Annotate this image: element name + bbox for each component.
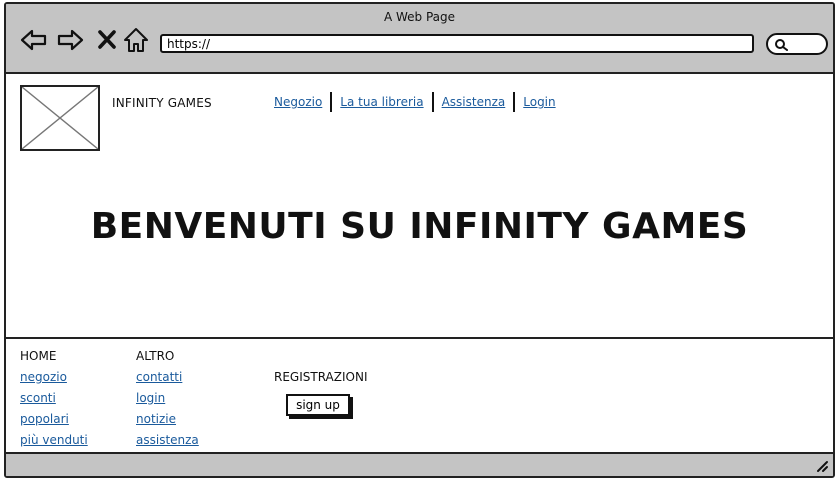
footer-link-notizie[interactable]: notizie [136,412,199,426]
footer-heading-registrazioni: REGISTRAZIONI [274,370,368,384]
back-arrow-icon[interactable] [20,26,48,54]
footer-link-piu-venduti[interactable]: più venduti [20,433,88,447]
footer: HOME negozio sconti popolari più venduti… [6,337,833,455]
footer-column-home: HOME negozio sconti popolari più venduti [20,349,88,454]
footer-link-popolari[interactable]: popolari [20,412,88,426]
logo-image-placeholder [20,85,100,151]
resize-grip-icon[interactable] [813,457,829,473]
browser-window: A Web Page INFINITY GAMES Negozio La tua… [4,2,835,478]
top-navigation: Negozio La tua libreria Assistenza Login [266,92,564,112]
nav-link-negozio[interactable]: Negozio [266,92,330,112]
footer-link-assistenza[interactable]: assistenza [136,433,199,447]
sign-up-button[interactable]: sign up [286,394,350,416]
nav-link-login[interactable]: Login [515,92,563,112]
footer-link-sconti[interactable]: sconti [20,391,88,405]
window-title: A Web Page [383,10,456,24]
forward-arrow-icon[interactable] [56,26,84,54]
browser-status-bar [6,452,833,476]
browser-toolbar: A Web Page [6,4,833,74]
footer-heading-altro: ALTRO [136,349,175,363]
footer-heading-home: HOME [20,349,57,363]
footer-link-login[interactable]: login [136,391,199,405]
browser-search-box[interactable] [766,33,828,55]
footer-link-contatti[interactable]: contatti [136,370,199,384]
home-icon[interactable] [122,26,150,54]
hero-title: BENVENUTI SU INFINITY GAMES [90,206,749,247]
address-bar-input[interactable] [160,34,754,53]
footer-link-negozio[interactable]: negozio [20,370,88,384]
nav-link-assistenza[interactable]: Assistenza [434,92,514,112]
nav-link-libreria[interactable]: La tua libreria [332,92,431,112]
search-icon [775,39,788,51]
stop-x-icon[interactable] [94,26,122,54]
brand-name: INFINITY GAMES [112,96,212,110]
footer-column-altro: ALTRO contatti login notizie assistenza [136,349,199,454]
